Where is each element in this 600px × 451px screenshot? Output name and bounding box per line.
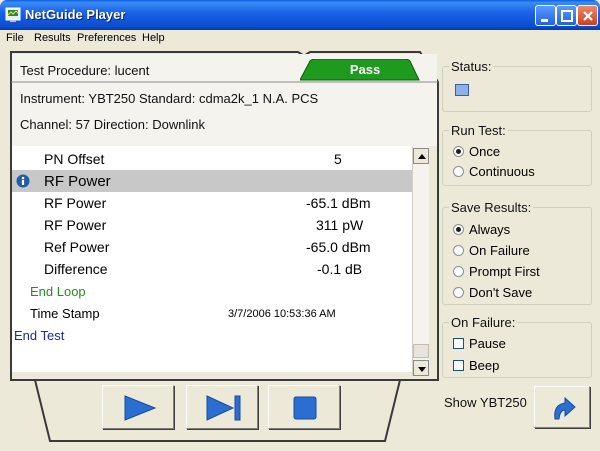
redo-arrow-icon <box>554 396 576 420</box>
play-icon <box>124 395 157 421</box>
instrument-info: Instrument: YBT250 Standard: cdma2k_1 N.… <box>20 91 319 106</box>
list-item[interactable]: Ref Power -65.0 dBm <box>12 236 412 258</box>
checkbox[interactable] <box>453 360 464 371</box>
maximize-button[interactable] <box>556 5 577 26</box>
scroll-up-button[interactable] <box>413 148 429 164</box>
radio-button[interactable] <box>453 166 464 177</box>
minimize-icon <box>541 19 548 22</box>
list-item[interactable]: End Loop <box>12 281 412 303</box>
run-test-group: Run Test: Once Continuous <box>442 123 592 186</box>
save-results-title: Save Results: <box>449 200 534 215</box>
list-item[interactable]: RF Power -65.1 dBm <box>12 192 412 214</box>
stop-button[interactable] <box>268 385 340 429</box>
checkbox[interactable] <box>453 338 464 349</box>
list-item-selected[interactable]: RF Power <box>12 170 412 192</box>
stop-icon <box>293 396 317 420</box>
step-forward-icon <box>206 395 241 421</box>
show-instrument-label: Show YBT250 <box>444 395 527 410</box>
status-title: Status: <box>449 59 494 74</box>
minimize-button[interactable] <box>535 5 556 26</box>
on-failure-group: On Failure: Pause Beep <box>442 315 592 378</box>
list-item[interactable]: RF Power 311 pW <box>12 214 412 236</box>
radio-button[interactable] <box>453 287 464 298</box>
run-test-title: Run Test: <box>449 123 508 138</box>
radio-button[interactable] <box>453 245 464 256</box>
on-failure-title: On Failure: <box>449 315 518 330</box>
list-scrollbar[interactable] <box>412 146 429 376</box>
radio-button[interactable] <box>453 266 464 277</box>
show-instrument-button[interactable] <box>534 386 590 428</box>
maximize-icon <box>561 10 573 22</box>
status-indicator-icon <box>455 84 469 96</box>
chevron-down-icon <box>418 367 426 372</box>
list-item[interactable]: PN Offset 5 <box>12 148 412 170</box>
play-button[interactable] <box>102 385 174 429</box>
results-list[interactable]: PN Offset 5 RF Power RF Power -65.1 dBm … <box>12 146 412 372</box>
scroll-thumb[interactable] <box>413 344 429 358</box>
list-item[interactable]: End Test <box>12 325 412 347</box>
chevron-up-icon <box>418 154 426 159</box>
radio-button[interactable] <box>453 146 464 157</box>
result-status: Pass <box>349 62 381 77</box>
scroll-down-button[interactable] <box>413 360 429 376</box>
radio-button[interactable] <box>453 224 464 235</box>
close-button[interactable] <box>577 5 598 26</box>
channel-info: Channel: 57 Direction: Downlink <box>20 117 205 132</box>
save-results-group: Save Results: Always On Failure Prompt F… <box>442 200 592 305</box>
test-procedure: Test Procedure: lucent <box>20 63 150 78</box>
close-icon <box>583 11 593 21</box>
step-button[interactable] <box>186 385 258 429</box>
list-item[interactable]: Time Stamp 3/7/2006 10:53:36 AM <box>12 303 412 325</box>
list-item[interactable]: Difference -0.1 dB <box>12 258 412 280</box>
info-icon <box>16 174 30 188</box>
